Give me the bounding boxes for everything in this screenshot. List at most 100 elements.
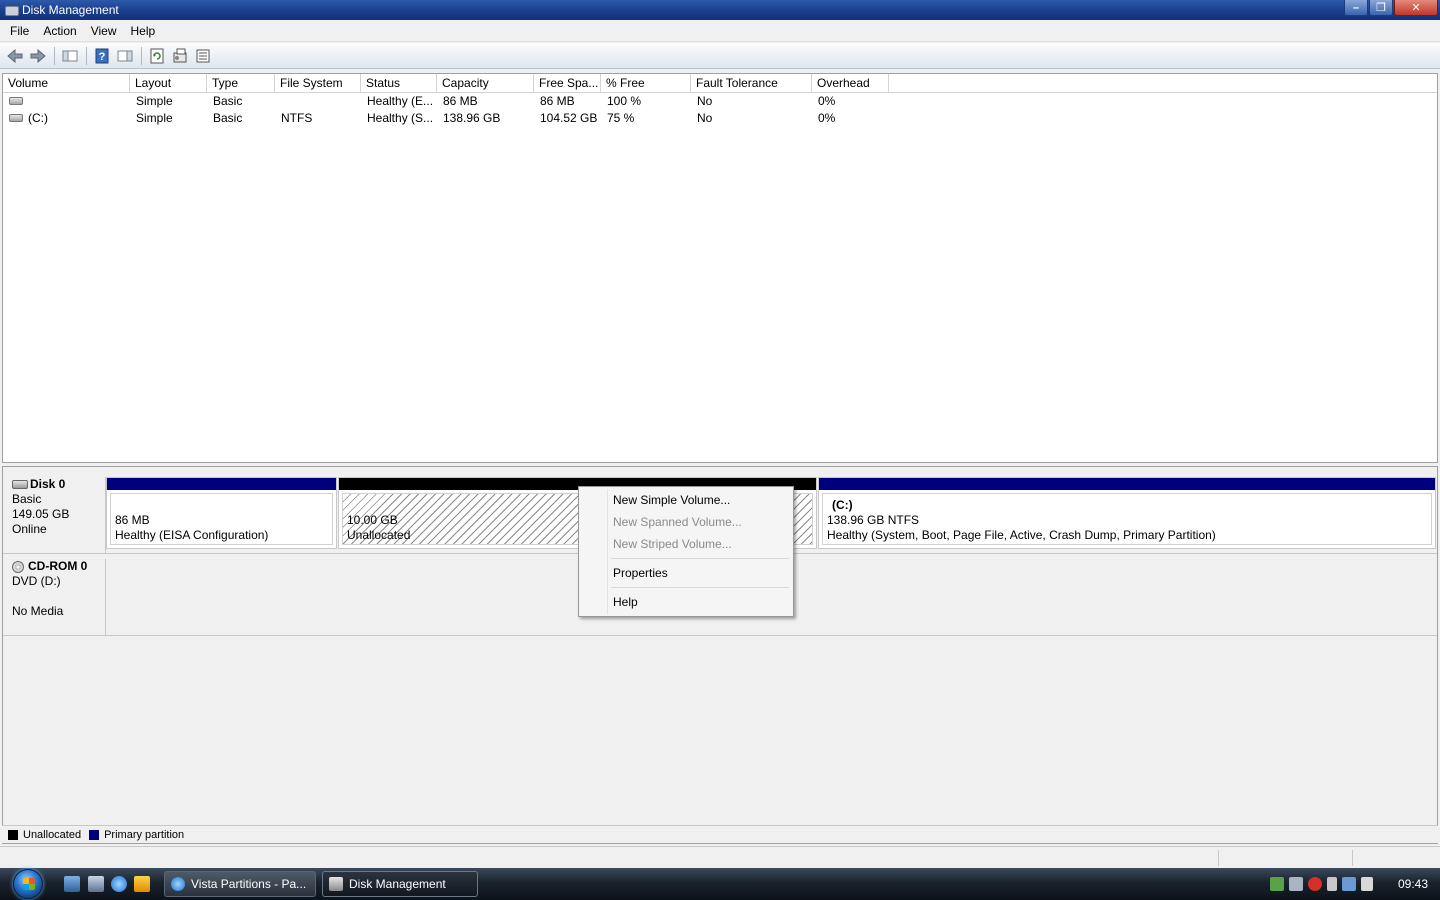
drive-icon (9, 113, 23, 122)
volume-list-header: Volume Layout Type File System Status Ca… (3, 74, 1437, 93)
context-menu: New Simple Volume... New Spanned Volume.… (578, 486, 794, 617)
disk-name-text: Disk 0 (30, 477, 66, 491)
cdrom-0-name: CD-ROM 0 (12, 559, 105, 574)
menu-new-striped-volume[interactable]: New Striped Volume... (581, 533, 791, 555)
cell-fault-tolerance: No (697, 94, 713, 108)
menu-new-simple-volume[interactable]: New Simple Volume... (581, 489, 791, 511)
hard-disk-icon (12, 480, 28, 489)
clock[interactable]: 09:43 (1398, 877, 1428, 891)
disk-row-separator (3, 635, 1437, 636)
action-pane-icon[interactable] (114, 46, 136, 66)
disk-management-app-icon[interactable] (4, 3, 19, 17)
forward-icon[interactable] (27, 46, 49, 66)
partition-c[interactable]: (C:) 138.96 GB NTFS Healthy (System, Boo… (818, 477, 1436, 549)
cell-type: Basic (213, 111, 243, 125)
taskbar-button-disk-management[interactable]: Disk Management (322, 871, 478, 897)
cell-capacity: 138.96 GB (443, 111, 501, 125)
cell-volume: (C:) (3, 110, 130, 127)
show-desktop-icon[interactable] (64, 876, 80, 892)
battery-icon[interactable] (1327, 877, 1337, 891)
restore-button[interactable]: ❐ (1369, 0, 1393, 16)
column-layout[interactable]: Layout (130, 74, 207, 92)
printer-icon[interactable] (1289, 877, 1303, 891)
volume-list[interactable]: Volume Layout Type File System Status Ca… (2, 73, 1438, 463)
menu-help-item[interactable]: Help (581, 591, 791, 613)
legend-primary: Primary partition (104, 828, 185, 841)
network-icon[interactable] (1342, 877, 1356, 891)
help-icon[interactable]: ? (91, 46, 113, 66)
unallocated-swatch (8, 829, 18, 840)
partition-eisa-name (115, 498, 328, 513)
back-icon[interactable] (4, 46, 26, 66)
cell-layout: Simple (136, 94, 173, 108)
partition-eisa-size: 86 MB (115, 513, 150, 527)
status-bar (0, 846, 1440, 868)
users-icon[interactable] (1270, 877, 1284, 891)
toolbar-separator (141, 46, 142, 65)
cell-percent-free: 75 % (607, 111, 635, 125)
column-type[interactable]: Type (207, 74, 275, 92)
minimize-button[interactable]: – (1344, 0, 1368, 16)
menu-help[interactable]: Help (125, 22, 162, 40)
disk-0-state: Online (12, 522, 47, 536)
menu-view[interactable]: View (85, 22, 123, 40)
menu-new-spanned-volume[interactable]: New Spanned Volume... (581, 511, 791, 533)
title-bar[interactable]: Disk Management – ❐ ✕ (0, 0, 1440, 20)
internet-explorer-icon[interactable] (111, 876, 127, 892)
refresh-icon[interactable] (146, 46, 168, 66)
column-status[interactable]: Status (361, 74, 437, 92)
column-free-space[interactable]: Free Spa... (534, 74, 601, 92)
partition-eisa[interactable]: 86 MB Healthy (EISA Configuration) (106, 477, 337, 549)
partition-c-status: Healthy (System, Boot, Page File, Active… (827, 528, 1216, 542)
partition-eisa-status: Healthy (EISA Configuration) (115, 528, 269, 542)
column-volume[interactable]: Volume (3, 74, 130, 92)
status-bar-divider (1218, 850, 1219, 866)
partition-c-size: 138.96 GB NTFS (827, 513, 920, 527)
table-row[interactable]: Simple Basic Healthy (E... 86 MB 86 MB 1… (3, 93, 1437, 110)
show-hide-console-tree-icon[interactable] (59, 46, 81, 66)
taskbar-button-vista-partitions[interactable]: Vista Partitions - Pa... (164, 871, 316, 897)
column-capacity[interactable]: Capacity (437, 74, 534, 92)
cell-overhead: 0% (818, 94, 836, 108)
menu-properties[interactable]: Properties (581, 562, 791, 584)
column-file-system[interactable]: File System (275, 74, 361, 92)
legend-unallocated: Unallocated (23, 828, 82, 841)
partition-c-name: (C:) (832, 498, 853, 512)
cdrom-0-label[interactable]: CD-ROM 0 DVD (D:) No Media (5, 559, 106, 635)
disk-0-type: Basic (12, 492, 42, 506)
close-button[interactable]: ✕ (1394, 0, 1438, 16)
toolbar-separator (54, 46, 55, 65)
properties-icon[interactable] (169, 46, 191, 66)
menu-separator (611, 587, 789, 588)
internet-explorer-icon (171, 877, 185, 891)
start-button[interactable] (8, 868, 48, 900)
column-overhead[interactable]: Overhead (812, 74, 889, 92)
partition-c-body: (C:) 138.96 GB NTFS Healthy (System, Boo… (822, 493, 1432, 545)
column-percent-free[interactable]: % Free (601, 74, 691, 92)
table-row[interactable]: (C:) Simple Basic NTFS Healthy (S... 138… (3, 110, 1437, 127)
taskbar-button-label: Vista Partitions - Pa... (191, 877, 307, 891)
menu-action[interactable]: Action (37, 22, 82, 40)
column-fault-tolerance[interactable]: Fault Tolerance (691, 74, 812, 92)
cell-status: Healthy (S... (367, 111, 434, 125)
status-bar-divider (1352, 850, 1353, 866)
toolbar-separator (86, 46, 87, 65)
volume-icon[interactable] (1361, 877, 1373, 891)
media-player-icon[interactable] (134, 876, 150, 892)
toolbar: ? (0, 43, 1440, 69)
cell-volume (3, 93, 130, 110)
window-title: Disk Management (22, 3, 119, 17)
switch-windows-icon[interactable] (88, 876, 104, 892)
menu-separator (611, 558, 789, 559)
disk-0-label[interactable]: Disk 0 Basic 149.05 GB Online (5, 477, 106, 553)
menu-file[interactable]: File (4, 22, 35, 40)
cell-status: Healthy (E... (367, 94, 434, 108)
primary-partition-swatch (89, 829, 100, 840)
cell-capacity: 86 MB (443, 94, 478, 108)
svg-text:?: ? (99, 51, 106, 63)
taskbar-button-label: Disk Management (349, 877, 446, 891)
antivirus-icon[interactable] (1308, 877, 1322, 891)
legend: Unallocated Primary partition (2, 825, 1438, 843)
export-list-icon[interactable] (192, 46, 214, 66)
cell-overhead: 0% (818, 111, 836, 125)
